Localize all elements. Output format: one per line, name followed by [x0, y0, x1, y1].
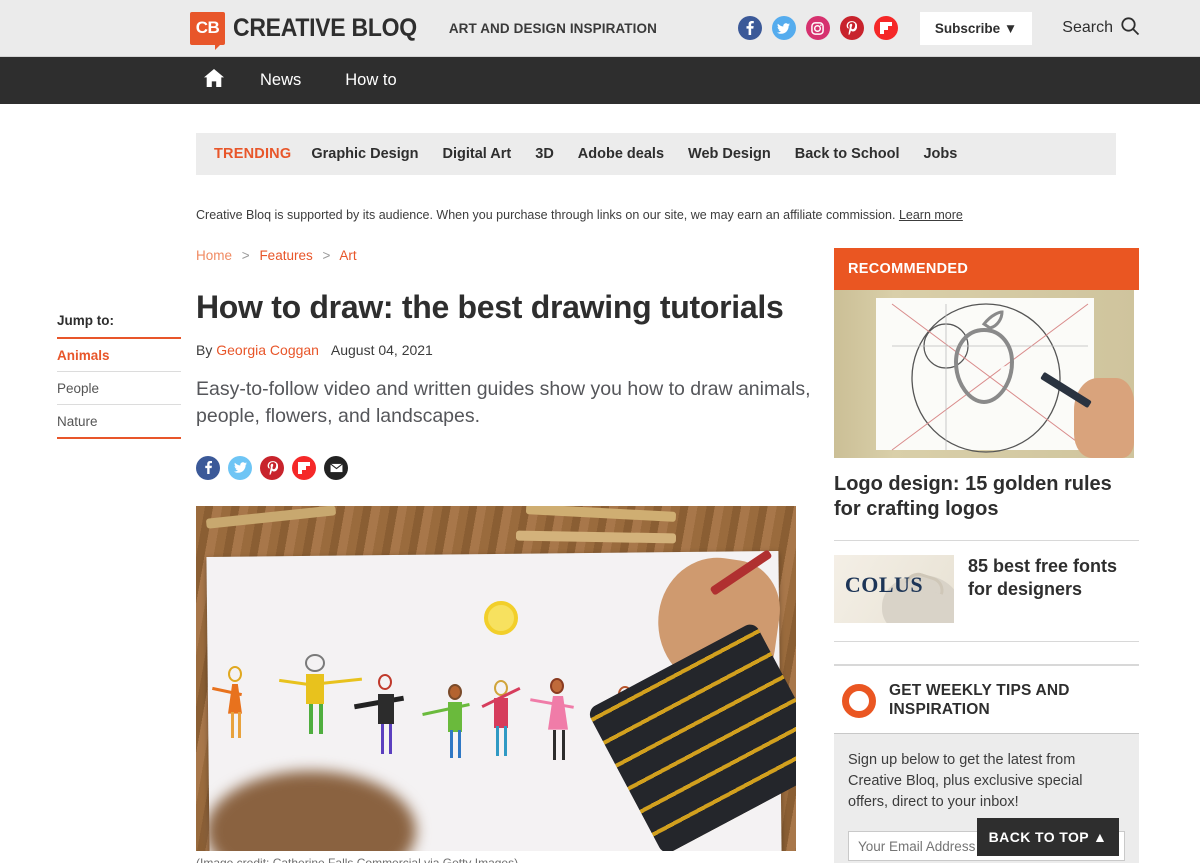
- pinterest-icon[interactable]: [839, 16, 864, 40]
- jump-to-sidebar: Jump to: Animals People Nature: [0, 248, 196, 439]
- recommended-secondary-item[interactable]: COLUS 85 best free fonts for designers: [834, 541, 1139, 623]
- byline-author-link[interactable]: Georgia Coggan: [216, 342, 319, 358]
- search-button[interactable]: Search: [1062, 16, 1140, 41]
- share-twitter-icon[interactable]: [228, 455, 252, 480]
- affiliate-learn-more-link[interactable]: Learn more: [899, 208, 963, 222]
- twitter-icon[interactable]: [771, 16, 796, 40]
- share-flipboard-icon[interactable]: [292, 455, 316, 480]
- site-header: CB CREATIVE BLOQ ART AND DESIGN INSPIRAT…: [0, 0, 1200, 57]
- hero-drawing-sun: [484, 600, 518, 635]
- breadcrumb-art[interactable]: Art: [339, 248, 356, 263]
- recommended-secondary-thumbnail[interactable]: COLUS: [834, 555, 954, 623]
- home-icon: [204, 69, 224, 92]
- affiliate-text: Creative Bloq is supported by its audien…: [196, 208, 896, 222]
- hero-image-caption: (Image credit: Catherine Falls Commercia…: [196, 855, 519, 863]
- jump-to-item-animals[interactable]: Animals: [57, 339, 181, 372]
- site-wordmark[interactable]: CREATIVE BLOQ: [233, 14, 417, 43]
- header-right-cluster: Subscribe ▼ Search: [737, 11, 1140, 45]
- recommended-secondary-title[interactable]: 85 best free fonts for designers: [968, 555, 1139, 623]
- article-hero-figure: (Image credit: Catherine Falls Commercia…: [196, 505, 818, 863]
- trending-item-jobs[interactable]: Jobs: [923, 146, 957, 162]
- recommended-sidebar: RECOMMENDED Logo design: 15 golden rules…: [834, 248, 1139, 863]
- search-icon: [1120, 16, 1140, 41]
- article-standfirst: Easy-to-follow video and written guides …: [196, 377, 811, 427]
- brand-block[interactable]: CB CREATIVE BLOQ ART AND DESIGN INSPIRAT…: [190, 11, 657, 50]
- breadcrumb-separator-2: >: [322, 248, 331, 263]
- jump-to-item-nature[interactable]: Nature: [57, 405, 181, 437]
- rec-hand: [1074, 378, 1134, 458]
- hero-image-child-drawing: [196, 505, 796, 851]
- jump-to-bottom-rule: [57, 437, 181, 439]
- trending-item-digital-art[interactable]: Digital Art: [443, 146, 512, 162]
- byline-date: August 04, 2021: [330, 341, 433, 358]
- breadcrumb-separator-1: >: [241, 248, 250, 263]
- page-body: Jump to: Animals People Nature Home > Fe…: [0, 248, 1200, 863]
- share-pinterest-icon[interactable]: [260, 455, 284, 480]
- newsletter-ring-icon: [842, 683, 876, 718]
- breadcrumb: Home > Features > Art: [196, 248, 818, 263]
- affiliate-disclosure: Creative Bloq is supported by its audien…: [196, 208, 1096, 222]
- breadcrumb-home[interactable]: Home: [196, 248, 232, 263]
- trending-item-back-to-school[interactable]: Back to School: [795, 146, 900, 162]
- search-label: Search: [1062, 19, 1113, 36]
- recommended-featured-title[interactable]: Logo design: 15 golden rules for craftin…: [834, 472, 1139, 522]
- trending-item-adobe-deals[interactable]: Adobe deals: [578, 146, 664, 162]
- recommended-thumb-text: COLUS: [844, 572, 924, 597]
- trending-label: TRENDING: [214, 146, 292, 162]
- byline: By Georgia Coggan August 04, 2021: [196, 342, 818, 358]
- nav-items-container: News How to: [190, 69, 419, 92]
- newsletter-copy: Sign up below to get the latest from Cre…: [848, 752, 1083, 811]
- recommended-featured-image[interactable]: [834, 290, 1134, 458]
- share-buttons: [196, 455, 818, 480]
- subscribe-button[interactable]: Subscribe ▼: [919, 11, 1033, 45]
- flipboard-icon[interactable]: [873, 16, 898, 40]
- byline-by-label: By: [196, 341, 213, 358]
- recommended-header: RECOMMENDED: [834, 248, 1139, 290]
- trending-item-3d[interactable]: 3D: [535, 146, 554, 162]
- breadcrumb-features[interactable]: Features: [259, 248, 312, 263]
- trending-wrapper: TRENDING Graphic Design Digital Art 3D A…: [0, 104, 1200, 175]
- main-navigation: News How to: [0, 57, 1200, 104]
- share-facebook-icon[interactable]: [196, 455, 220, 480]
- jump-to-item-people[interactable]: People: [57, 372, 181, 405]
- nav-item-how-to[interactable]: How to: [323, 71, 418, 90]
- jump-to-list: Animals People Nature: [57, 339, 181, 437]
- back-to-top-button[interactable]: BACK TO TOP ▲: [977, 818, 1119, 856]
- nav-item-news[interactable]: News: [238, 71, 323, 90]
- site-tagline: ART AND DESIGN INSPIRATION: [448, 20, 657, 36]
- newsletter-header: GET WEEKLY TIPS AND INSPIRATION: [834, 666, 1139, 733]
- sidebar-divider-2: [834, 641, 1139, 642]
- article-column: Home > Features > Art How to draw: the b…: [196, 248, 818, 863]
- trending-item-web-design[interactable]: Web Design: [688, 146, 771, 162]
- page-title: How to draw: the best drawing tutorials: [196, 289, 784, 325]
- facebook-icon[interactable]: [737, 16, 762, 40]
- newsletter-title: GET WEEKLY TIPS AND INSPIRATION: [889, 682, 1070, 718]
- jump-to-title: Jump to:: [57, 313, 114, 328]
- creative-bloq-logo-icon[interactable]: CB: [190, 11, 225, 50]
- instagram-icon[interactable]: [805, 16, 830, 40]
- hero-pencil-3: [515, 530, 677, 543]
- trending-item-graphic-design[interactable]: Graphic Design: [311, 146, 418, 162]
- nav-home-button[interactable]: [190, 69, 238, 92]
- share-email-icon[interactable]: [324, 455, 348, 480]
- trending-bar: TRENDING Graphic Design Digital Art 3D A…: [196, 133, 1116, 175]
